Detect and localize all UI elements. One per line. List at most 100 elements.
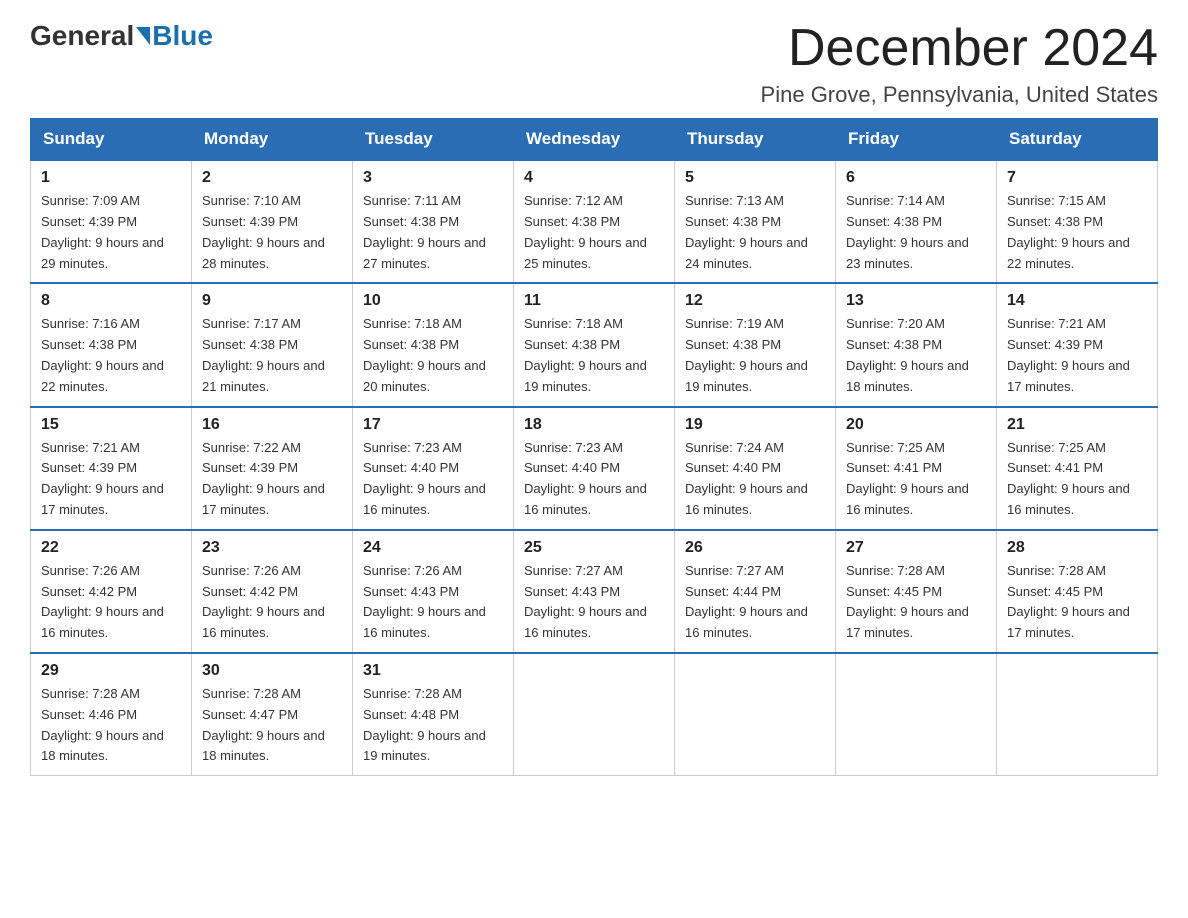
day-info: Sunrise: 7:17 AMSunset: 4:38 PMDaylight:… [202,316,325,393]
day-info: Sunrise: 7:18 AMSunset: 4:38 PMDaylight:… [363,316,486,393]
day-number: 4 [524,169,664,187]
table-row: 26 Sunrise: 7:27 AMSunset: 4:44 PMDaylig… [675,530,836,653]
day-info: Sunrise: 7:28 AMSunset: 4:48 PMDaylight:… [363,686,486,763]
week-row-4: 22 Sunrise: 7:26 AMSunset: 4:42 PMDaylig… [31,530,1158,653]
day-info: Sunrise: 7:28 AMSunset: 4:45 PMDaylight:… [1007,563,1130,640]
table-row [997,653,1158,776]
day-info: Sunrise: 7:23 AMSunset: 4:40 PMDaylight:… [363,440,486,517]
week-row-2: 8 Sunrise: 7:16 AMSunset: 4:38 PMDayligh… [31,283,1158,406]
day-number: 29 [41,662,181,680]
table-row: 30 Sunrise: 7:28 AMSunset: 4:47 PMDaylig… [192,653,353,776]
weekday-header-row: Sunday Monday Tuesday Wednesday Thursday… [31,119,1158,161]
week-row-3: 15 Sunrise: 7:21 AMSunset: 4:39 PMDaylig… [31,407,1158,530]
day-info: Sunrise: 7:09 AMSunset: 4:39 PMDaylight:… [41,193,164,270]
day-number: 22 [41,539,181,557]
table-row: 4 Sunrise: 7:12 AMSunset: 4:38 PMDayligh… [514,160,675,283]
day-info: Sunrise: 7:28 AMSunset: 4:47 PMDaylight:… [202,686,325,763]
header-saturday: Saturday [997,119,1158,161]
table-row: 12 Sunrise: 7:19 AMSunset: 4:38 PMDaylig… [675,283,836,406]
day-number: 9 [202,292,342,310]
calendar-table: Sunday Monday Tuesday Wednesday Thursday… [30,118,1158,776]
day-info: Sunrise: 7:21 AMSunset: 4:39 PMDaylight:… [41,440,164,517]
table-row: 17 Sunrise: 7:23 AMSunset: 4:40 PMDaylig… [353,407,514,530]
table-row: 2 Sunrise: 7:10 AMSunset: 4:39 PMDayligh… [192,160,353,283]
day-info: Sunrise: 7:26 AMSunset: 4:43 PMDaylight:… [363,563,486,640]
day-number: 21 [1007,416,1147,434]
table-row: 25 Sunrise: 7:27 AMSunset: 4:43 PMDaylig… [514,530,675,653]
day-number: 27 [846,539,986,557]
day-number: 20 [846,416,986,434]
day-number: 1 [41,169,181,187]
table-row: 29 Sunrise: 7:28 AMSunset: 4:46 PMDaylig… [31,653,192,776]
day-info: Sunrise: 7:18 AMSunset: 4:38 PMDaylight:… [524,316,647,393]
table-row: 28 Sunrise: 7:28 AMSunset: 4:45 PMDaylig… [997,530,1158,653]
day-number: 5 [685,169,825,187]
table-row: 6 Sunrise: 7:14 AMSunset: 4:38 PMDayligh… [836,160,997,283]
day-number: 8 [41,292,181,310]
table-row: 5 Sunrise: 7:13 AMSunset: 4:38 PMDayligh… [675,160,836,283]
day-number: 23 [202,539,342,557]
table-row: 18 Sunrise: 7:23 AMSunset: 4:40 PMDaylig… [514,407,675,530]
table-row: 10 Sunrise: 7:18 AMSunset: 4:38 PMDaylig… [353,283,514,406]
day-info: Sunrise: 7:28 AMSunset: 4:46 PMDaylight:… [41,686,164,763]
day-info: Sunrise: 7:19 AMSunset: 4:38 PMDaylight:… [685,316,808,393]
day-number: 15 [41,416,181,434]
day-info: Sunrise: 7:23 AMSunset: 4:40 PMDaylight:… [524,440,647,517]
logo: General Blue [30,20,213,52]
day-info: Sunrise: 7:25 AMSunset: 4:41 PMDaylight:… [1007,440,1130,517]
table-row: 3 Sunrise: 7:11 AMSunset: 4:38 PMDayligh… [353,160,514,283]
logo-general-text: General [30,20,134,52]
table-row [514,653,675,776]
day-info: Sunrise: 7:16 AMSunset: 4:38 PMDaylight:… [41,316,164,393]
table-row: 7 Sunrise: 7:15 AMSunset: 4:38 PMDayligh… [997,160,1158,283]
day-number: 14 [1007,292,1147,310]
day-number: 25 [524,539,664,557]
day-info: Sunrise: 7:14 AMSunset: 4:38 PMDaylight:… [846,193,969,270]
day-info: Sunrise: 7:11 AMSunset: 4:38 PMDaylight:… [363,193,486,270]
day-info: Sunrise: 7:27 AMSunset: 4:44 PMDaylight:… [685,563,808,640]
day-number: 18 [524,416,664,434]
day-number: 2 [202,169,342,187]
day-info: Sunrise: 7:21 AMSunset: 4:39 PMDaylight:… [1007,316,1130,393]
day-info: Sunrise: 7:10 AMSunset: 4:39 PMDaylight:… [202,193,325,270]
day-number: 26 [685,539,825,557]
day-number: 17 [363,416,503,434]
table-row: 22 Sunrise: 7:26 AMSunset: 4:42 PMDaylig… [31,530,192,653]
logo-triangle-icon [136,27,150,45]
table-row: 19 Sunrise: 7:24 AMSunset: 4:40 PMDaylig… [675,407,836,530]
day-info: Sunrise: 7:15 AMSunset: 4:38 PMDaylight:… [1007,193,1130,270]
day-number: 30 [202,662,342,680]
day-number: 6 [846,169,986,187]
day-info: Sunrise: 7:20 AMSunset: 4:38 PMDaylight:… [846,316,969,393]
location-title: Pine Grove, Pennsylvania, United States [761,82,1158,108]
table-row [836,653,997,776]
table-row: 13 Sunrise: 7:20 AMSunset: 4:38 PMDaylig… [836,283,997,406]
table-row: 16 Sunrise: 7:22 AMSunset: 4:39 PMDaylig… [192,407,353,530]
table-row: 31 Sunrise: 7:28 AMSunset: 4:48 PMDaylig… [353,653,514,776]
day-number: 24 [363,539,503,557]
table-row: 20 Sunrise: 7:25 AMSunset: 4:41 PMDaylig… [836,407,997,530]
month-title: December 2024 [761,20,1158,77]
day-info: Sunrise: 7:12 AMSunset: 4:38 PMDaylight:… [524,193,647,270]
table-row: 1 Sunrise: 7:09 AMSunset: 4:39 PMDayligh… [31,160,192,283]
table-row: 9 Sunrise: 7:17 AMSunset: 4:38 PMDayligh… [192,283,353,406]
table-row: 11 Sunrise: 7:18 AMSunset: 4:38 PMDaylig… [514,283,675,406]
table-row: 23 Sunrise: 7:26 AMSunset: 4:42 PMDaylig… [192,530,353,653]
day-info: Sunrise: 7:13 AMSunset: 4:38 PMDaylight:… [685,193,808,270]
day-info: Sunrise: 7:28 AMSunset: 4:45 PMDaylight:… [846,563,969,640]
day-number: 3 [363,169,503,187]
logo-blue-text: Blue [152,20,213,52]
day-number: 19 [685,416,825,434]
table-row: 21 Sunrise: 7:25 AMSunset: 4:41 PMDaylig… [997,407,1158,530]
table-row: 8 Sunrise: 7:16 AMSunset: 4:38 PMDayligh… [31,283,192,406]
day-number: 28 [1007,539,1147,557]
page-header: General Blue December 2024 Pine Grove, P… [30,20,1158,108]
day-number: 31 [363,662,503,680]
table-row: 15 Sunrise: 7:21 AMSunset: 4:39 PMDaylig… [31,407,192,530]
header-sunday: Sunday [31,119,192,161]
day-info: Sunrise: 7:25 AMSunset: 4:41 PMDaylight:… [846,440,969,517]
day-info: Sunrise: 7:26 AMSunset: 4:42 PMDaylight:… [202,563,325,640]
day-number: 11 [524,292,664,310]
table-row: 24 Sunrise: 7:26 AMSunset: 4:43 PMDaylig… [353,530,514,653]
week-row-1: 1 Sunrise: 7:09 AMSunset: 4:39 PMDayligh… [31,160,1158,283]
